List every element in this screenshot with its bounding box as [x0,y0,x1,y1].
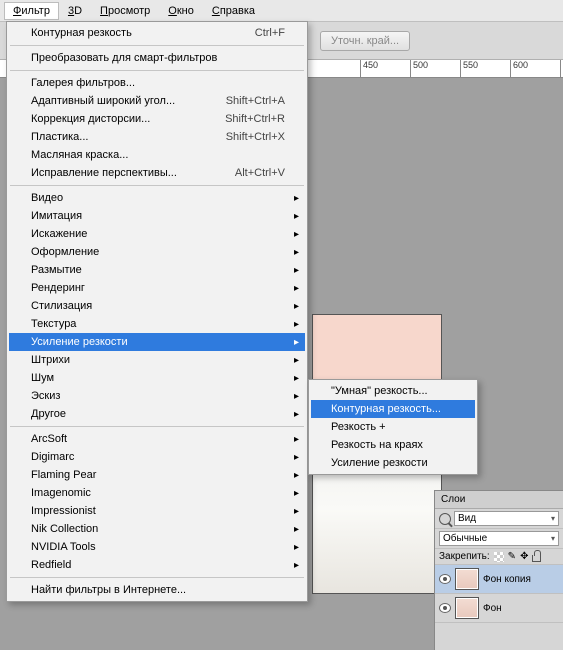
move-icon[interactable]: ✥ [520,551,528,562]
menu-item-oil-paint[interactable]: Масляная краска... [9,146,305,164]
menu-item-browse-filters[interactable]: Найти фильтры в Интернете... [9,581,305,599]
blend-mode-select[interactable]: Обычные ▾ [439,531,559,546]
menubar: Фильтр 3D Просмотр Окно Справка [0,0,563,22]
menu-item-stylize[interactable]: Стилизация [9,297,305,315]
menu-item-nik-collection[interactable]: Nik Collection [9,520,305,538]
menu-item-lens-correction[interactable]: Коррекция дисторсии...Shift+Ctrl+R [9,110,305,128]
ruler-tick: 600 [510,60,528,78]
ruler-tick: 450 [360,60,378,78]
layers-tab[interactable]: Слои [435,491,563,509]
menu-item-pixelate[interactable]: Оформление [9,243,305,261]
menu-item-render[interactable]: Рендеринг [9,279,305,297]
menu-item-brush-strokes[interactable]: Штрихи [9,351,305,369]
menu-item-texture[interactable]: Текстура [9,315,305,333]
menu-item-arcsoft[interactable]: ArcSoft [9,430,305,448]
menu-item-vanishing-point[interactable]: Исправление перспективы...Alt+Ctrl+V [9,164,305,182]
layer-filter-select[interactable]: Вид ▾ [454,511,559,526]
submenu-item-unsharp-mask[interactable]: Контурная резкость... [311,400,475,418]
menu-item-video[interactable]: Видео [9,189,305,207]
menu-separator [10,45,304,46]
menu-item-flaming-pear[interactable]: Flaming Pear [9,466,305,484]
submenu-item-smart-sharpen[interactable]: "Умная" резкость... [311,382,475,400]
layer-row[interactable]: Фон копия [435,565,563,594]
menu-item-distort[interactable]: Искажение [9,225,305,243]
ruler-tick: 550 [460,60,478,78]
menu-view[interactable]: Просмотр [91,2,159,20]
menu-item-impressionist[interactable]: Impressionist [9,502,305,520]
menu-window[interactable]: Окно [159,2,203,20]
menu-item-other[interactable]: Другое [9,405,305,423]
menu-item-sharpen[interactable]: Усиление резкости [9,333,305,351]
chevron-down-icon: ▾ [551,514,555,523]
menu-item-noise[interactable]: Шум [9,369,305,387]
menu-item-filter-gallery[interactable]: Галерея фильтров... [9,74,305,92]
menu-3d[interactable]: 3D [59,2,91,20]
menu-item-redfield[interactable]: Redfield [9,556,305,574]
layer-row[interactable]: Фон [435,594,563,623]
submenu-item-sharpen[interactable]: Усиление резкости [311,454,475,472]
lock-row: Закрепить: ✎ ✥ [435,549,563,565]
menu-item-artistic[interactable]: Имитация [9,207,305,225]
menu-separator [10,185,304,186]
menu-item-blur[interactable]: Размытие [9,261,305,279]
menu-item-liquify[interactable]: Пластика...Shift+Ctrl+X [9,128,305,146]
search-icon[interactable] [439,513,451,525]
menu-item-last-filter[interactable]: Контурная резкость Ctrl+F [9,24,305,42]
menu-item-nvidia-tools[interactable]: NVIDIA Tools [9,538,305,556]
menu-help[interactable]: Справка [203,2,264,20]
layer-name: Фон [483,603,502,614]
menu-item-digimarc[interactable]: Digimarc [9,448,305,466]
menu-item-adaptive-wide[interactable]: Адаптивный широкий угол...Shift+Ctrl+A [9,92,305,110]
blend-mode-row: Обычные ▾ [435,529,563,549]
visibility-icon[interactable] [439,574,451,584]
lock-label: Закрепить: [439,551,490,562]
menu-item-imagenomic[interactable]: Imagenomic [9,484,305,502]
layers-filter-row: Вид ▾ [435,509,563,529]
menu-item-sketch[interactable]: Эскиз [9,387,305,405]
filter-menu: Контурная резкость Ctrl+F Преобразовать … [6,21,308,602]
lock-transparency-icon[interactable] [494,552,504,562]
lock-all-icon[interactable] [532,555,541,562]
ruler-tick: 500 [410,60,428,78]
visibility-icon[interactable] [439,603,451,613]
submenu-item-sharpen-edges[interactable]: Резкость на краях [311,436,475,454]
menu-item-convert-smart[interactable]: Преобразовать для смарт-фильтров [9,49,305,67]
sharpen-submenu: "Умная" резкость... Контурная резкость..… [308,379,478,475]
layer-thumbnail [455,568,479,590]
menu-separator [10,426,304,427]
layer-name: Фон копия [483,574,531,585]
layer-thumbnail [455,597,479,619]
brush-icon[interactable]: ✎ [508,551,516,562]
refine-edge-button[interactable]: Уточн. край... [320,31,410,51]
layers-panel: Слои Вид ▾ Обычные ▾ Закрепить: ✎ ✥ Фон … [434,490,563,650]
menu-separator [10,70,304,71]
menu-filter[interactable]: Фильтр [4,2,59,20]
menu-separator [10,577,304,578]
submenu-item-sharpen-more[interactable]: Резкость + [311,418,475,436]
chevron-down-icon: ▾ [551,534,555,543]
